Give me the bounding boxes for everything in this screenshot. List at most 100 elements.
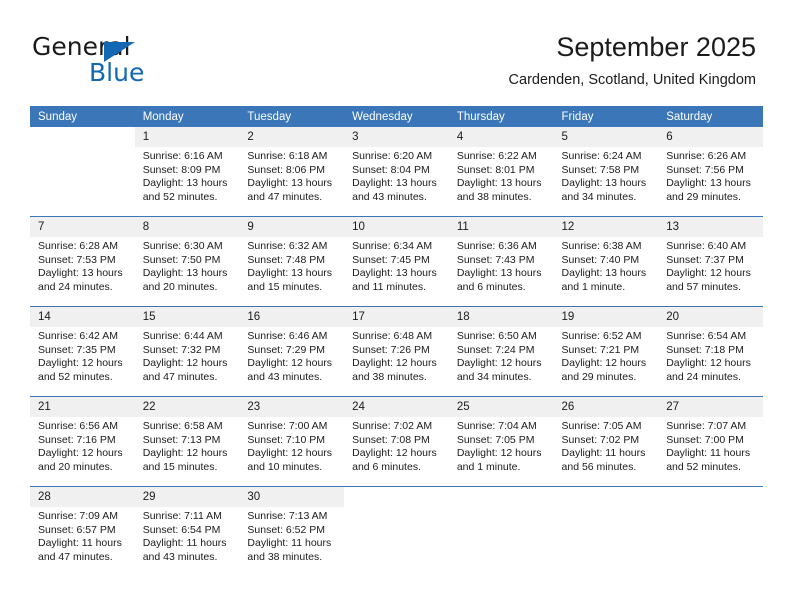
- daylight-text: Daylight: 11 hours and 43 minutes.: [142, 537, 227, 563]
- calendar-day-cell[interactable]: 24 Sunrise: 7:02 AM Sunset: 7:08 PM Dayligh…: [344, 396, 449, 487]
- calendar-day-cell[interactable]: 8 Sunrise: 6:30 AM Sunset: 7:50 PM Daylight…: [134, 216, 240, 307]
- calendar-day-cell[interactable]: 4 Sunrise: 6:22 AM Sunset: 8:01 PM Daylight…: [448, 127, 554, 217]
- day-number: 24: [344, 397, 449, 417]
- sunset-text: Sunset: 7:43 PM: [456, 253, 535, 266]
- sunrise-text: Sunrise: 6:48 AM: [352, 330, 433, 342]
- daylight-text: Daylight: 13 hours and 1 minute.: [561, 267, 647, 293]
- sunset-text: Sunset: 7:32 PM: [142, 343, 221, 356]
- sunrise-text: Sunrise: 7:05 AM: [561, 420, 642, 432]
- sunrise-text: Sunrise: 6:46 AM: [247, 330, 328, 342]
- calendar-day-cell[interactable]: 27 Sunrise: 7:07 AM Sunset: 7:00 PM Dayligh…: [658, 396, 763, 487]
- calendar-day-cell[interactable]: 16 Sunrise: 6:46 AM Sunset: 7:29 PM Dayligh…: [239, 306, 345, 397]
- day-number: 10: [344, 217, 449, 237]
- calendar-week-row: 21 Sunrise: 6:56 AM Sunset: 7:16 PM Dayligh…: [30, 396, 763, 487]
- calendar-day-cell[interactable]: 6 Sunrise: 6:26 AM Sunset: 7:56 PM Daylight…: [658, 127, 763, 217]
- day-sun-info: Sunrise: 6:36 AM Sunset: 7:43 PM Daylight:…: [449, 237, 554, 294]
- calendar-day-cell[interactable]: 12 Sunrise: 6:38 AM Sunset: 7:40 PM Dayligh…: [553, 216, 659, 307]
- sunset-text: Sunset: 6:57 PM: [38, 523, 116, 536]
- daylight-text: Daylight: 13 hours and 11 minutes.: [352, 267, 437, 293]
- sunrise-text: Sunrise: 6:32 AM: [247, 240, 328, 252]
- calendar-week-row: 14 Sunrise: 6:42 AM Sunset: 7:35 PM Dayligh…: [30, 306, 763, 397]
- daylight-text: Daylight: 12 hours and 15 minutes.: [142, 447, 228, 473]
- sunrise-text: Sunrise: 6:34 AM: [352, 240, 433, 252]
- calendar-day-cell[interactable]: 9 Sunrise: 6:32 AM Sunset: 7:48 PM Daylight…: [239, 216, 345, 307]
- sunset-text: Sunset: 7:24 PM: [456, 343, 535, 356]
- calendar-day-cell[interactable]: 26 Sunrise: 7:05 AM Sunset: 7:02 PM Dayligh…: [553, 396, 659, 487]
- day-sun-info: Sunrise: 6:34 AM Sunset: 7:45 PM Daylight:…: [344, 237, 449, 294]
- day-sun-info: Sunrise: 6:46 AM Sunset: 7:29 PM Daylight:…: [239, 327, 344, 384]
- sunset-text: Sunset: 8:06 PM: [247, 163, 326, 176]
- sunset-text: Sunset: 8:01 PM: [456, 163, 535, 176]
- sunrise-text: Sunrise: 7:04 AM: [456, 420, 537, 432]
- weekday-header-monday: Monday: [134, 106, 240, 127]
- calendar-day-cell[interactable]: 11 Sunrise: 6:36 AM Sunset: 7:43 PM Dayligh…: [448, 216, 554, 307]
- daylight-text: Daylight: 12 hours and 52 minutes.: [38, 357, 123, 383]
- sunrise-text: Sunrise: 6:54 AM: [666, 330, 747, 342]
- sunset-text: Sunset: 7:21 PM: [561, 343, 640, 356]
- daylight-text: Daylight: 13 hours and 38 minutes.: [456, 177, 542, 203]
- sunset-text: Sunset: 7:26 PM: [352, 343, 430, 356]
- calendar-day-cell[interactable]: 17 Sunrise: 6:48 AM Sunset: 7:26 PM Dayligh…: [344, 306, 449, 397]
- calendar-week-row: 1 Sunrise: 6:16 AM Sunset: 8:09 PM Daylight…: [30, 127, 763, 217]
- calendar-day-cell[interactable]: 1 Sunrise: 6:16 AM Sunset: 8:09 PM Daylight…: [134, 127, 240, 217]
- daylight-text: Daylight: 12 hours and 43 minutes.: [247, 357, 333, 383]
- calendar-day-cell[interactable]: 29 Sunrise: 7:11 AM Sunset: 6:54 PM Dayligh…: [134, 486, 240, 576]
- calendar-day-cell[interactable]: 14 Sunrise: 6:42 AM Sunset: 7:35 PM Dayligh…: [30, 306, 135, 397]
- calendar-day-cell[interactable]: 3 Sunrise: 6:20 AM Sunset: 8:04 PM Daylight…: [344, 127, 449, 217]
- day-sun-info: Sunrise: 6:44 AM Sunset: 7:32 PM Daylight:…: [135, 327, 240, 384]
- sunset-text: Sunset: 7:10 PM: [247, 433, 326, 446]
- daylight-text: Daylight: 12 hours and 20 minutes.: [38, 447, 123, 473]
- calendar-grid: Sunday Monday Tuesday Wednesday Thursday Frid…: [30, 106, 763, 576]
- day-sun-info: Sunrise: 6:42 AM Sunset: 7:35 PM Daylight:…: [30, 327, 135, 384]
- daylight-text: Daylight: 13 hours and 24 minutes.: [38, 267, 123, 293]
- day-sun-info: Sunrise: 6:20 AM Sunset: 8:04 PM Daylight:…: [344, 147, 449, 204]
- calendar-day-cell[interactable]: 21 Sunrise: 6:56 AM Sunset: 7:16 PM Dayligh…: [30, 396, 135, 487]
- calendar-day-cell[interactable]: 2 Sunrise: 6:18 AM Sunset: 8:06 PM Daylight…: [239, 127, 345, 217]
- page-title: September 2025: [556, 32, 756, 62]
- calendar-day-cell[interactable]: 23 Sunrise: 7:00 AM Sunset: 7:10 PM Dayligh…: [239, 396, 345, 487]
- calendar-day-cell[interactable]: 7 Sunrise: 6:28 AM Sunset: 7:53 PM Daylight…: [30, 216, 135, 307]
- sunset-text: Sunset: 7:35 PM: [38, 343, 116, 356]
- calendar-day-cell[interactable]: 28 Sunrise: 7:09 AM Sunset: 6:57 PM Dayligh…: [30, 486, 135, 576]
- daylight-text: Daylight: 12 hours and 34 minutes.: [456, 357, 542, 383]
- calendar-day-cell-empty: [344, 486, 449, 576]
- day-number: [344, 487, 449, 507]
- sunset-text: Sunset: 7:53 PM: [38, 253, 116, 266]
- sunset-text: Sunset: 7:48 PM: [247, 253, 326, 266]
- calendar-day-cell[interactable]: 19 Sunrise: 6:52 AM Sunset: 7:21 PM Dayligh…: [553, 306, 659, 397]
- daylight-text: Daylight: 13 hours and 15 minutes.: [247, 267, 333, 293]
- weekday-header-wednesday: Wednesday: [344, 106, 449, 127]
- sunrise-text: Sunrise: 6:50 AM: [456, 330, 537, 342]
- sunrise-text: Sunrise: 6:42 AM: [38, 330, 118, 342]
- weekday-header-tuesday: Tuesday: [239, 106, 345, 127]
- day-sun-info: Sunrise: 7:07 AM Sunset: 7:00 PM Daylight:…: [658, 417, 763, 474]
- brand-name-blue: Blue: [89, 58, 145, 87]
- day-sun-info: Sunrise: 6:40 AM Sunset: 7:37 PM Daylight:…: [658, 237, 763, 294]
- calendar-day-cell[interactable]: 5 Sunrise: 6:24 AM Sunset: 7:58 PM Daylight…: [553, 127, 659, 217]
- calendar-day-cell[interactable]: 15 Sunrise: 6:44 AM Sunset: 7:32 PM Dayligh…: [134, 306, 240, 397]
- calendar-header-row: Sunday Monday Tuesday Wednesday Thursday Frid…: [30, 106, 763, 127]
- day-sun-info: Sunrise: 6:56 AM Sunset: 7:16 PM Daylight:…: [30, 417, 135, 474]
- calendar-day-cell[interactable]: 22 Sunrise: 6:58 AM Sunset: 7:13 PM Dayligh…: [134, 396, 240, 487]
- calendar-day-cell[interactable]: 25 Sunrise: 7:04 AM Sunset: 7:05 PM Dayligh…: [448, 396, 554, 487]
- daylight-text: Daylight: 13 hours and 43 minutes.: [352, 177, 437, 203]
- sunrise-text: Sunrise: 6:30 AM: [142, 240, 223, 252]
- calendar-day-cell[interactable]: 13 Sunrise: 6:40 AM Sunset: 7:37 PM Dayligh…: [658, 216, 763, 307]
- sunset-text: Sunset: 7:40 PM: [561, 253, 640, 266]
- title-block: September 2025 Cardenden, Scotland, Unit…: [509, 30, 756, 90]
- day-sun-info: Sunrise: 6:32 AM Sunset: 7:48 PM Daylight:…: [239, 237, 344, 294]
- calendar-day-cell[interactable]: 20 Sunrise: 6:54 AM Sunset: 7:18 PM Dayligh…: [658, 306, 763, 397]
- calendar-day-cell[interactable]: 18 Sunrise: 6:50 AM Sunset: 7:24 PM Dayligh…: [448, 306, 554, 397]
- daylight-text: Daylight: 13 hours and 29 minutes.: [666, 177, 751, 203]
- day-sun-info: Sunrise: 7:09 AM Sunset: 6:57 PM Daylight:…: [30, 507, 135, 564]
- calendar-day-cell-empty: [553, 486, 659, 576]
- sunrise-text: Sunrise: 6:16 AM: [142, 150, 223, 162]
- calendar-day-cell[interactable]: 30 Sunrise: 7:13 AM Sunset: 6:52 PM Dayligh…: [239, 486, 345, 576]
- daylight-text: Daylight: 13 hours and 52 minutes.: [142, 177, 228, 203]
- day-sun-info: Sunrise: 6:52 AM Sunset: 7:21 PM Daylight:…: [554, 327, 659, 384]
- day-number: 21: [30, 397, 135, 417]
- calendar-day-cell[interactable]: 10 Sunrise: 6:34 AM Sunset: 7:45 PM Dayligh…: [344, 216, 449, 307]
- day-sun-info: Sunrise: 6:22 AM Sunset: 8:01 PM Daylight:…: [449, 147, 554, 204]
- brand-logo[interactable]: General Blue: [32, 33, 252, 89]
- day-number: 14: [30, 307, 135, 327]
